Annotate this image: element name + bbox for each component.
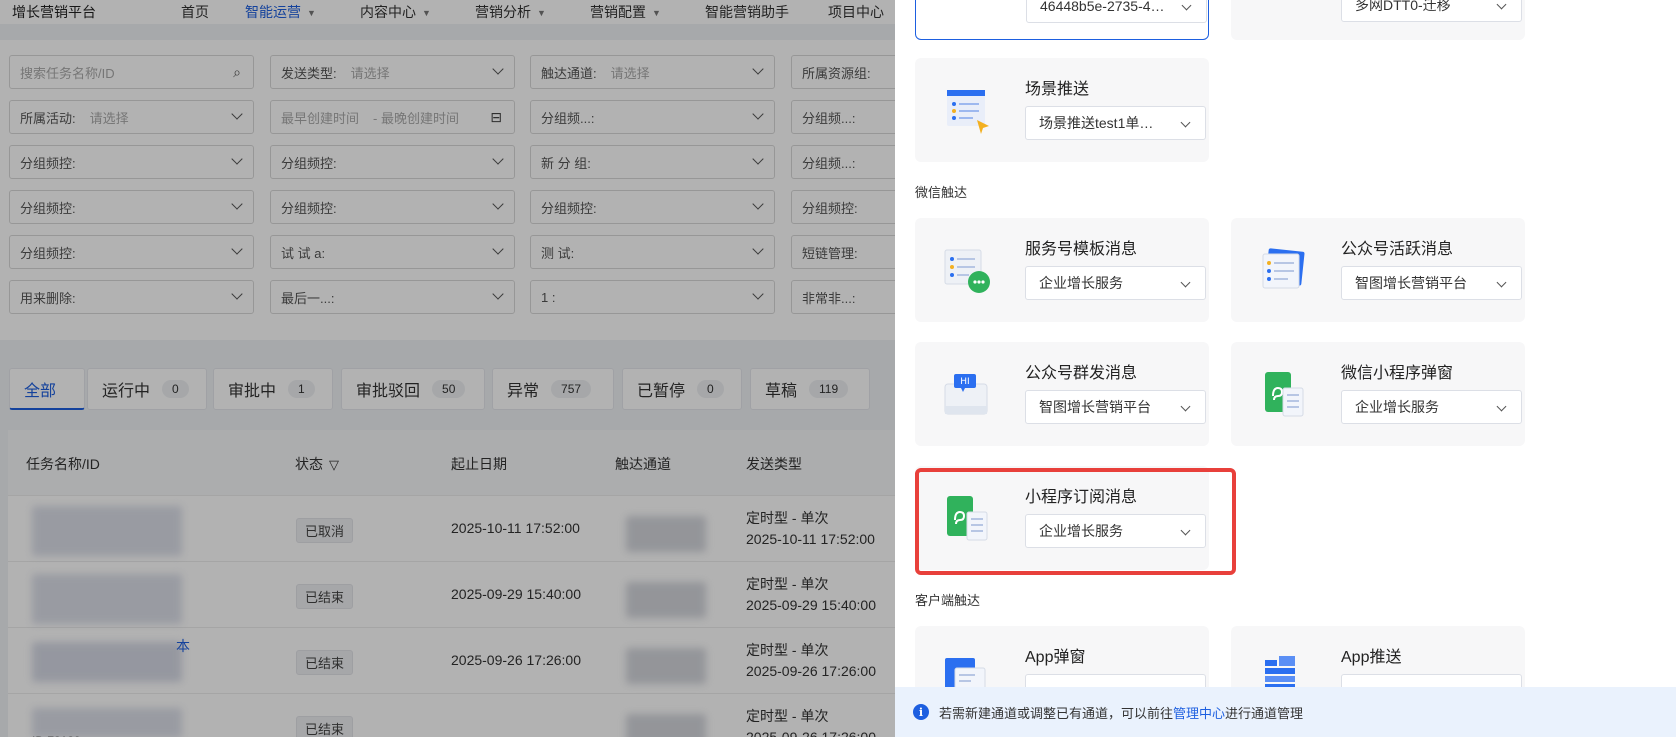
channel-card-scene-push[interactable]: 场景推送 场景推送test1单发b... bbox=[915, 58, 1209, 162]
highlight-annotation-box bbox=[915, 468, 1236, 575]
channel-account-value: 多网DTT0-迁移 bbox=[1355, 0, 1451, 13]
miniprogram-popup-icon bbox=[1265, 372, 1304, 417]
chevron-down-icon bbox=[1496, 401, 1507, 412]
chevron-down-icon bbox=[1496, 0, 1507, 10]
channel-card-oa-broadcast[interactable]: HI 公众号群发消息 智图增长营销平台 bbox=[915, 342, 1209, 446]
channel-account-value: 智图增长营销平台 bbox=[1039, 399, 1151, 415]
modal-overlay-mask[interactable] bbox=[0, 0, 895, 737]
section-title-wechat: 微信触达 bbox=[915, 185, 968, 200]
channel-account-select[interactable]: 智图增长营销平台 bbox=[1025, 390, 1206, 424]
chevron-down-icon bbox=[1180, 277, 1191, 288]
channel-card-selected[interactable]: 46448b5e-2735-49e... bbox=[915, 0, 1209, 40]
oa-broadcast-icon: HI bbox=[944, 374, 988, 415]
scene-push-icon bbox=[947, 90, 989, 134]
channel-title: App推送 bbox=[1341, 649, 1402, 666]
channel-card-oa-active[interactable]: 公众号活跃消息 智图增长营销平台 bbox=[1231, 218, 1525, 322]
tip-text-suffix: 进行通道管理 bbox=[1225, 705, 1304, 721]
channel-card-miniprogram-popup[interactable]: 微信小程序弹窗 企业增长服务 bbox=[1231, 342, 1525, 446]
channel-account-value: 企业增长服务 bbox=[1355, 399, 1439, 415]
channel-account-select[interactable]: 企业增长服务 bbox=[1025, 266, 1206, 300]
channel-title: 场景推送 bbox=[1025, 81, 1090, 98]
chevron-down-icon bbox=[1181, 0, 1192, 11]
channel-title: App弹窗 bbox=[1025, 649, 1086, 666]
channel-illustration-icon bbox=[944, 0, 994, 39]
channel-account-value: 智图增长营销平台 bbox=[1355, 275, 1467, 291]
chevron-down-icon bbox=[1180, 401, 1191, 412]
channel-card-service-template[interactable]: 服务号模板消息 企业增长服务 bbox=[915, 218, 1209, 322]
info-icon: i bbox=[913, 704, 929, 720]
channel-account-select[interactable]: 企业增长服务 bbox=[1341, 390, 1522, 424]
channel-title: 微信小程序弹窗 bbox=[1341, 365, 1454, 382]
section-title-client: 客户端触达 bbox=[915, 593, 981, 608]
hi-badge-text: HI bbox=[960, 377, 969, 387]
channel-select-drawer: 46448b5e-2735-49e... 多网DTT0-迁移 场景推送 场景推送… bbox=[895, 0, 1676, 737]
management-center-link[interactable]: 管理中心 bbox=[1173, 703, 1225, 722]
service-template-icon bbox=[944, 249, 990, 293]
channel-account-value: 企业增长服务 bbox=[1039, 275, 1123, 291]
tip-text: 若需新建通道或调整已有通道，可以前往 bbox=[939, 705, 1174, 721]
channel-account-value: 场景推送test1单发b... bbox=[1039, 115, 1167, 131]
channel-management-tip: i 若需新建通道或调整已有通道，可以前往 管理中心 进行通道管理 bbox=[895, 687, 1676, 737]
channel-card[interactable]: 多网DTT0-迁移 bbox=[1231, 0, 1525, 40]
channel-account-select[interactable]: 多网DTT0-迁移 bbox=[1341, 0, 1522, 22]
channel-account-select[interactable]: 场景推送test1单发b... bbox=[1025, 106, 1206, 140]
chevron-down-icon bbox=[1496, 277, 1507, 288]
channel-account-value: 46448b5e-2735-49e... bbox=[1040, 0, 1168, 14]
channel-title: 公众号群发消息 bbox=[1025, 365, 1138, 382]
channel-account-select[interactable]: 智图增长营销平台 bbox=[1341, 266, 1522, 300]
chevron-down-icon bbox=[1180, 117, 1191, 128]
channel-title: 公众号活跃消息 bbox=[1341, 241, 1454, 258]
oa-active-icon bbox=[1262, 248, 1305, 289]
channel-account-select[interactable]: 46448b5e-2735-49e... bbox=[1026, 0, 1207, 23]
channel-title: 服务号模板消息 bbox=[1025, 241, 1138, 258]
